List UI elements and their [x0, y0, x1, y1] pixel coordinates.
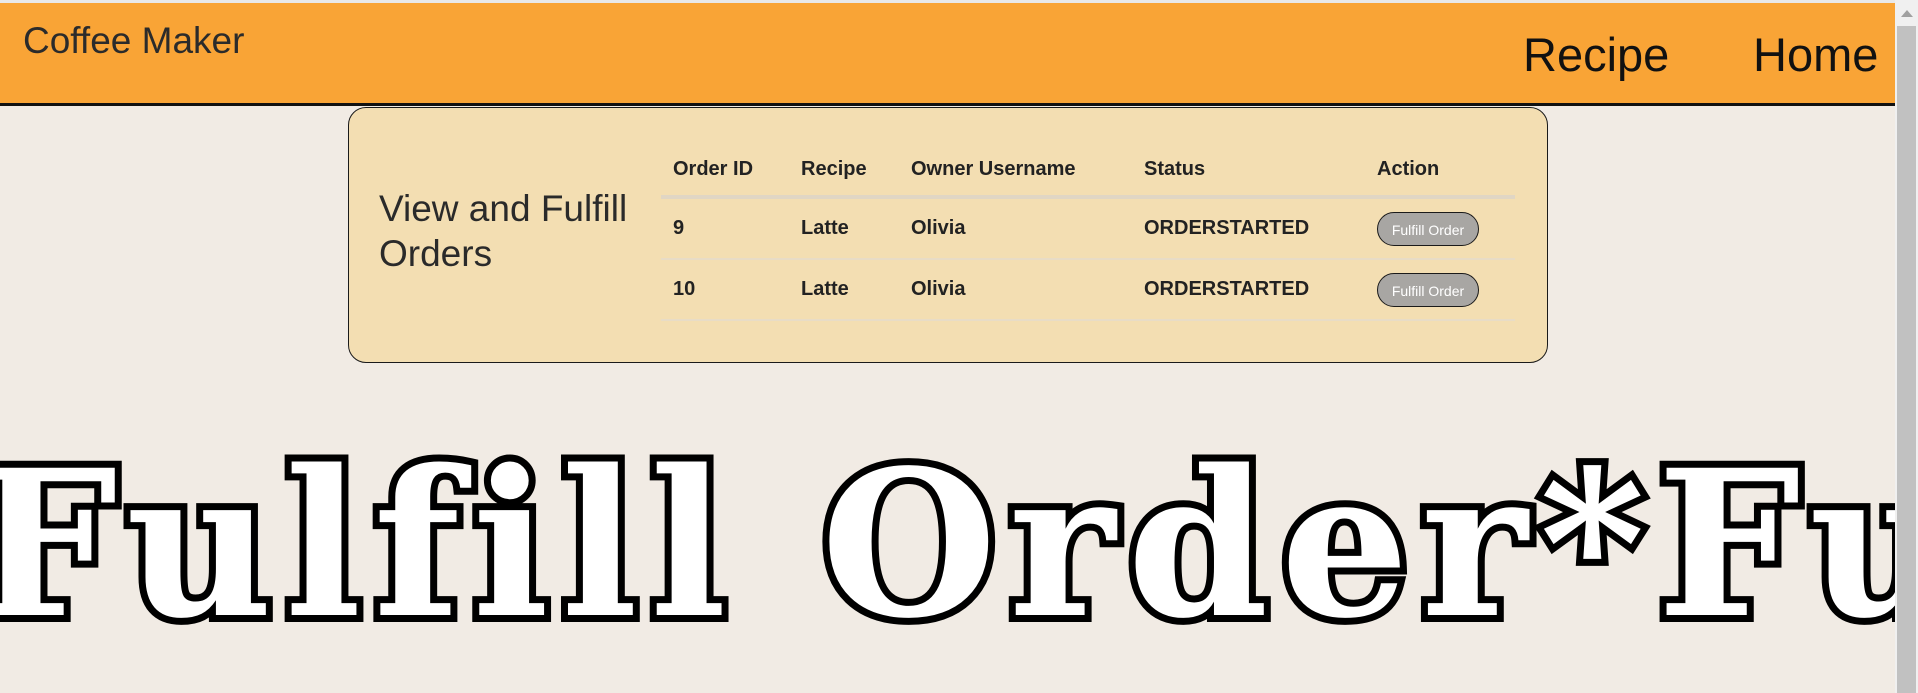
table-header-row: Order ID Recipe Owner Username Status Ac… — [661, 146, 1515, 199]
owner-cell: Olivia — [899, 259, 1132, 321]
owner-cell: Olivia — [899, 197, 1132, 260]
orders-table: Order ID Recipe Owner Username Status Ac… — [661, 146, 1515, 321]
vertical-scrollbar[interactable] — [1895, 0, 1918, 693]
table-row: 10 Latte Olivia ORDERSTARTED Fulfill Ord… — [661, 259, 1515, 321]
column-header-recipe: Recipe — [789, 146, 899, 199]
fulfill-order-button[interactable]: Fulfill Order — [1377, 211, 1479, 246]
nav-link-recipe[interactable]: Recipe — [1523, 27, 1669, 82]
panel-title: View and Fulfill Orders — [379, 188, 628, 274]
status-cell: ORDERSTARTED — [1132, 197, 1365, 260]
order-id-cell: 10 — [661, 259, 789, 321]
column-header-order-id: Order ID — [661, 146, 789, 199]
column-header-owner-username: Owner Username — [899, 146, 1132, 199]
action-cell: Fulfill Order — [1365, 259, 1515, 321]
orders-panel: View and Fulfill Orders Order ID Recipe … — [348, 107, 1548, 363]
fulfill-order-button[interactable]: Fulfill Order — [1377, 272, 1479, 307]
column-header-action: Action — [1365, 146, 1515, 199]
marquee-banner: Fulfill Order*Fulfill — [0, 445, 1895, 645]
order-id-cell: 9 — [661, 197, 789, 260]
table-row: 9 Latte Olivia ORDERSTARTED Fulfill Orde… — [661, 197, 1515, 260]
column-header-status: Status — [1132, 146, 1365, 199]
action-cell: Fulfill Order — [1365, 197, 1515, 260]
status-cell: ORDERSTARTED — [1132, 259, 1365, 321]
scrollbar-thumb[interactable] — [1897, 26, 1916, 693]
brand-title: Coffee Maker — [23, 20, 245, 61]
marquee-banner-art: Fulfill Order*Fulfill — [0, 445, 1895, 645]
scroll-up-arrow-icon[interactable] — [1895, 3, 1918, 23]
banner-text: Fulfill Order*Fulfill — [0, 445, 1895, 645]
nav-link-home[interactable]: Home — [1753, 27, 1878, 82]
navbar: Coffee Maker Recipe Home — [0, 3, 1895, 106]
recipe-cell: Latte — [789, 259, 899, 321]
recipe-cell: Latte — [789, 197, 899, 260]
